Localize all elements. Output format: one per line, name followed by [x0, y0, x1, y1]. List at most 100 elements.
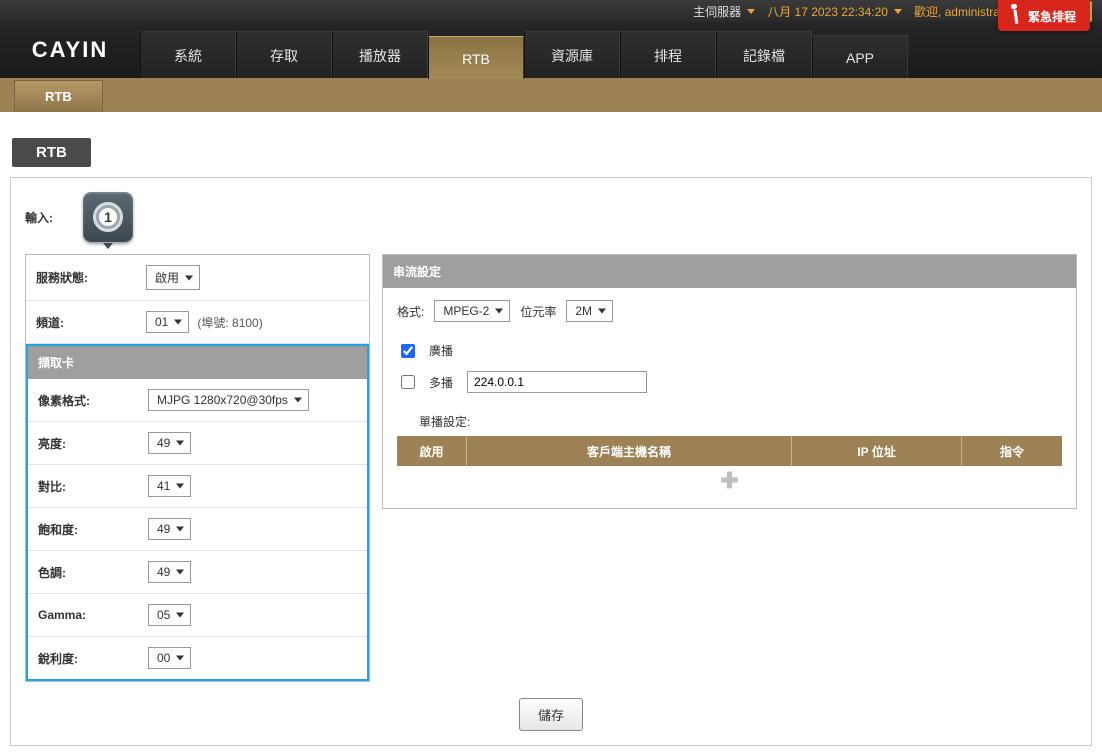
- sharpness-label: 銳利度:: [38, 650, 148, 667]
- chevron-down-icon: [185, 275, 193, 280]
- chevron-down-icon: [294, 398, 302, 403]
- channel-label: 頻道:: [36, 314, 146, 331]
- broadcast-label: 廣播: [429, 342, 453, 359]
- multicast-ip-input[interactable]: [467, 371, 647, 393]
- saturation-value: 49: [157, 522, 170, 536]
- input-selector-row: 輸入: 1: [25, 192, 1077, 242]
- contrast-select[interactable]: 41: [148, 475, 191, 497]
- emergency-label: 緊急排程: [1028, 10, 1076, 24]
- service-status-label: 服務狀態:: [36, 269, 146, 286]
- gamma-select[interactable]: 05: [148, 604, 191, 626]
- stream-settings-header: 串流設定: [383, 255, 1076, 288]
- sharpness-value: 00: [157, 651, 170, 665]
- channel-row: 頻道: 01 (埠號: 8100): [26, 301, 369, 344]
- capture-card-block: 擷取卡 像素格式: MJPG 1280x720@30fps 亮度: 49: [26, 344, 369, 681]
- format-value: MPEG-2: [443, 304, 489, 318]
- pixel-format-value: MJPG 1280x720@30fps: [157, 393, 288, 407]
- plus-icon: ✚: [720, 468, 738, 494]
- pixel-format-row: 像素格式: MJPG 1280x720@30fps: [28, 379, 367, 422]
- nav-tab-player[interactable]: 播放器: [332, 31, 428, 78]
- pixel-format-label: 像素格式:: [38, 392, 148, 409]
- contrast-value: 41: [157, 479, 170, 493]
- nav-tab-library[interactable]: 資源庫: [524, 31, 620, 78]
- channel-port-note: (埠號: 8100): [197, 314, 262, 331]
- format-bitrate-row: 格式: MPEG-2 位元率 2M: [397, 300, 1062, 322]
- master-server-dropdown[interactable]: 主伺服器: [693, 3, 755, 20]
- input-label: 輸入:: [25, 209, 53, 226]
- chevron-down-icon: [176, 570, 184, 575]
- bitrate-value: 2M: [575, 304, 592, 318]
- saturation-select[interactable]: 49: [148, 518, 191, 540]
- bitrate-label: 位元率: [520, 303, 556, 320]
- channel-value: 01: [155, 315, 168, 329]
- nav-tab-app[interactable]: APP: [812, 35, 908, 78]
- emergency-schedule-button[interactable]: 緊急排程: [998, 0, 1090, 31]
- page-heading-wrap: RTB: [0, 112, 1102, 177]
- chevron-down-icon: [176, 484, 184, 489]
- nav-tab-rtb[interactable]: RTB: [428, 36, 524, 79]
- col-hostname-header: 客戶端主機名稱: [467, 436, 792, 466]
- pixel-format-select[interactable]: MJPG 1280x720@30fps: [148, 389, 309, 411]
- nav-tab-access[interactable]: 存取: [236, 31, 332, 78]
- gamma-value: 05: [157, 608, 170, 622]
- bitrate-select[interactable]: 2M: [566, 300, 613, 322]
- input-number: 1: [99, 208, 117, 226]
- hue-select[interactable]: 49: [148, 561, 191, 583]
- chevron-down-icon: [176, 527, 184, 532]
- nav-tab-schedule[interactable]: 排程: [620, 31, 716, 78]
- singlecast-add-row[interactable]: ✚: [397, 466, 1062, 496]
- master-server-label: 主伺服器: [693, 3, 741, 20]
- contrast-row: 對比: 41: [28, 465, 367, 508]
- singlecast-table-header: 啟用 客戶端主機名稱 IP 位址 指令: [397, 436, 1062, 466]
- col-enable-header: 啟用: [397, 436, 467, 466]
- singlecast-label: 單播設定:: [419, 413, 1062, 430]
- format-select[interactable]: MPEG-2: [434, 300, 510, 322]
- singlecast-table: 啟用 客戶端主機名稱 IP 位址 指令 ✚: [397, 436, 1062, 496]
- broadcast-checkbox[interactable]: [401, 344, 415, 358]
- col-ip-header: IP 位址: [792, 436, 962, 466]
- page-title: RTB: [12, 138, 91, 167]
- saturation-row: 飽和度: 49: [28, 508, 367, 551]
- channel-select[interactable]: 01: [146, 311, 189, 333]
- chevron-down-icon: [176, 656, 184, 661]
- input-source-icon: 1: [93, 202, 123, 232]
- brightness-select[interactable]: 49: [148, 432, 191, 454]
- chevron-down-icon: [747, 9, 755, 14]
- saturation-label: 飽和度:: [38, 521, 148, 538]
- datetime-text: 八月 17 2023 22:34:20: [767, 3, 888, 20]
- chevron-down-icon: [174, 320, 182, 325]
- logo: CAYIN: [0, 22, 140, 78]
- nav-tab-system[interactable]: 系統: [140, 31, 236, 78]
- right-panel: 串流設定 格式: MPEG-2 位元率 2M 廣播: [382, 254, 1077, 509]
- left-panel: 服務狀態: 啟用 頻道: 01 (埠號: 8100): [25, 254, 370, 682]
- sub-tab-rtb[interactable]: RTB: [14, 80, 103, 112]
- save-button[interactable]: 儲存: [519, 698, 583, 731]
- brightness-label: 亮度:: [38, 435, 148, 452]
- sub-nav: RTB: [0, 78, 1102, 112]
- save-row: 儲存: [25, 682, 1077, 731]
- hue-label: 色調:: [38, 564, 148, 581]
- main-nav: CAYIN 系統 存取 播放器 RTB 資源庫 排程 記錄檔 APP: [0, 22, 1102, 78]
- content-frame: 輸入: 1 服務狀態: 啟用 頻道: 01: [10, 177, 1092, 746]
- service-status-value: 啟用: [155, 269, 179, 286]
- brightness-row: 亮度: 49: [28, 422, 367, 465]
- contrast-label: 對比:: [38, 478, 148, 495]
- sharpness-select[interactable]: 00: [148, 647, 191, 669]
- service-status-select[interactable]: 啟用: [146, 265, 200, 290]
- gamma-label: Gamma:: [38, 608, 148, 622]
- sharpness-row: 銳利度: 00: [28, 637, 367, 679]
- input-source-button[interactable]: 1: [83, 192, 133, 242]
- chevron-down-icon: [598, 309, 606, 314]
- broadcast-row: 廣播: [397, 336, 1062, 365]
- multicast-checkbox[interactable]: [401, 375, 415, 389]
- chevron-down-icon: [176, 613, 184, 618]
- datetime-display[interactable]: 八月 17 2023 22:34:20: [767, 3, 902, 20]
- col-cmd-header: 指令: [962, 436, 1062, 466]
- format-label: 格式:: [397, 303, 424, 320]
- capture-card-header: 擷取卡: [28, 344, 367, 379]
- nav-tab-log[interactable]: 記錄檔: [716, 31, 812, 78]
- multicast-row: 多播: [397, 365, 1062, 399]
- chevron-down-icon: [894, 9, 902, 14]
- chevron-down-icon: [176, 441, 184, 446]
- hue-row: 色調: 49: [28, 551, 367, 594]
